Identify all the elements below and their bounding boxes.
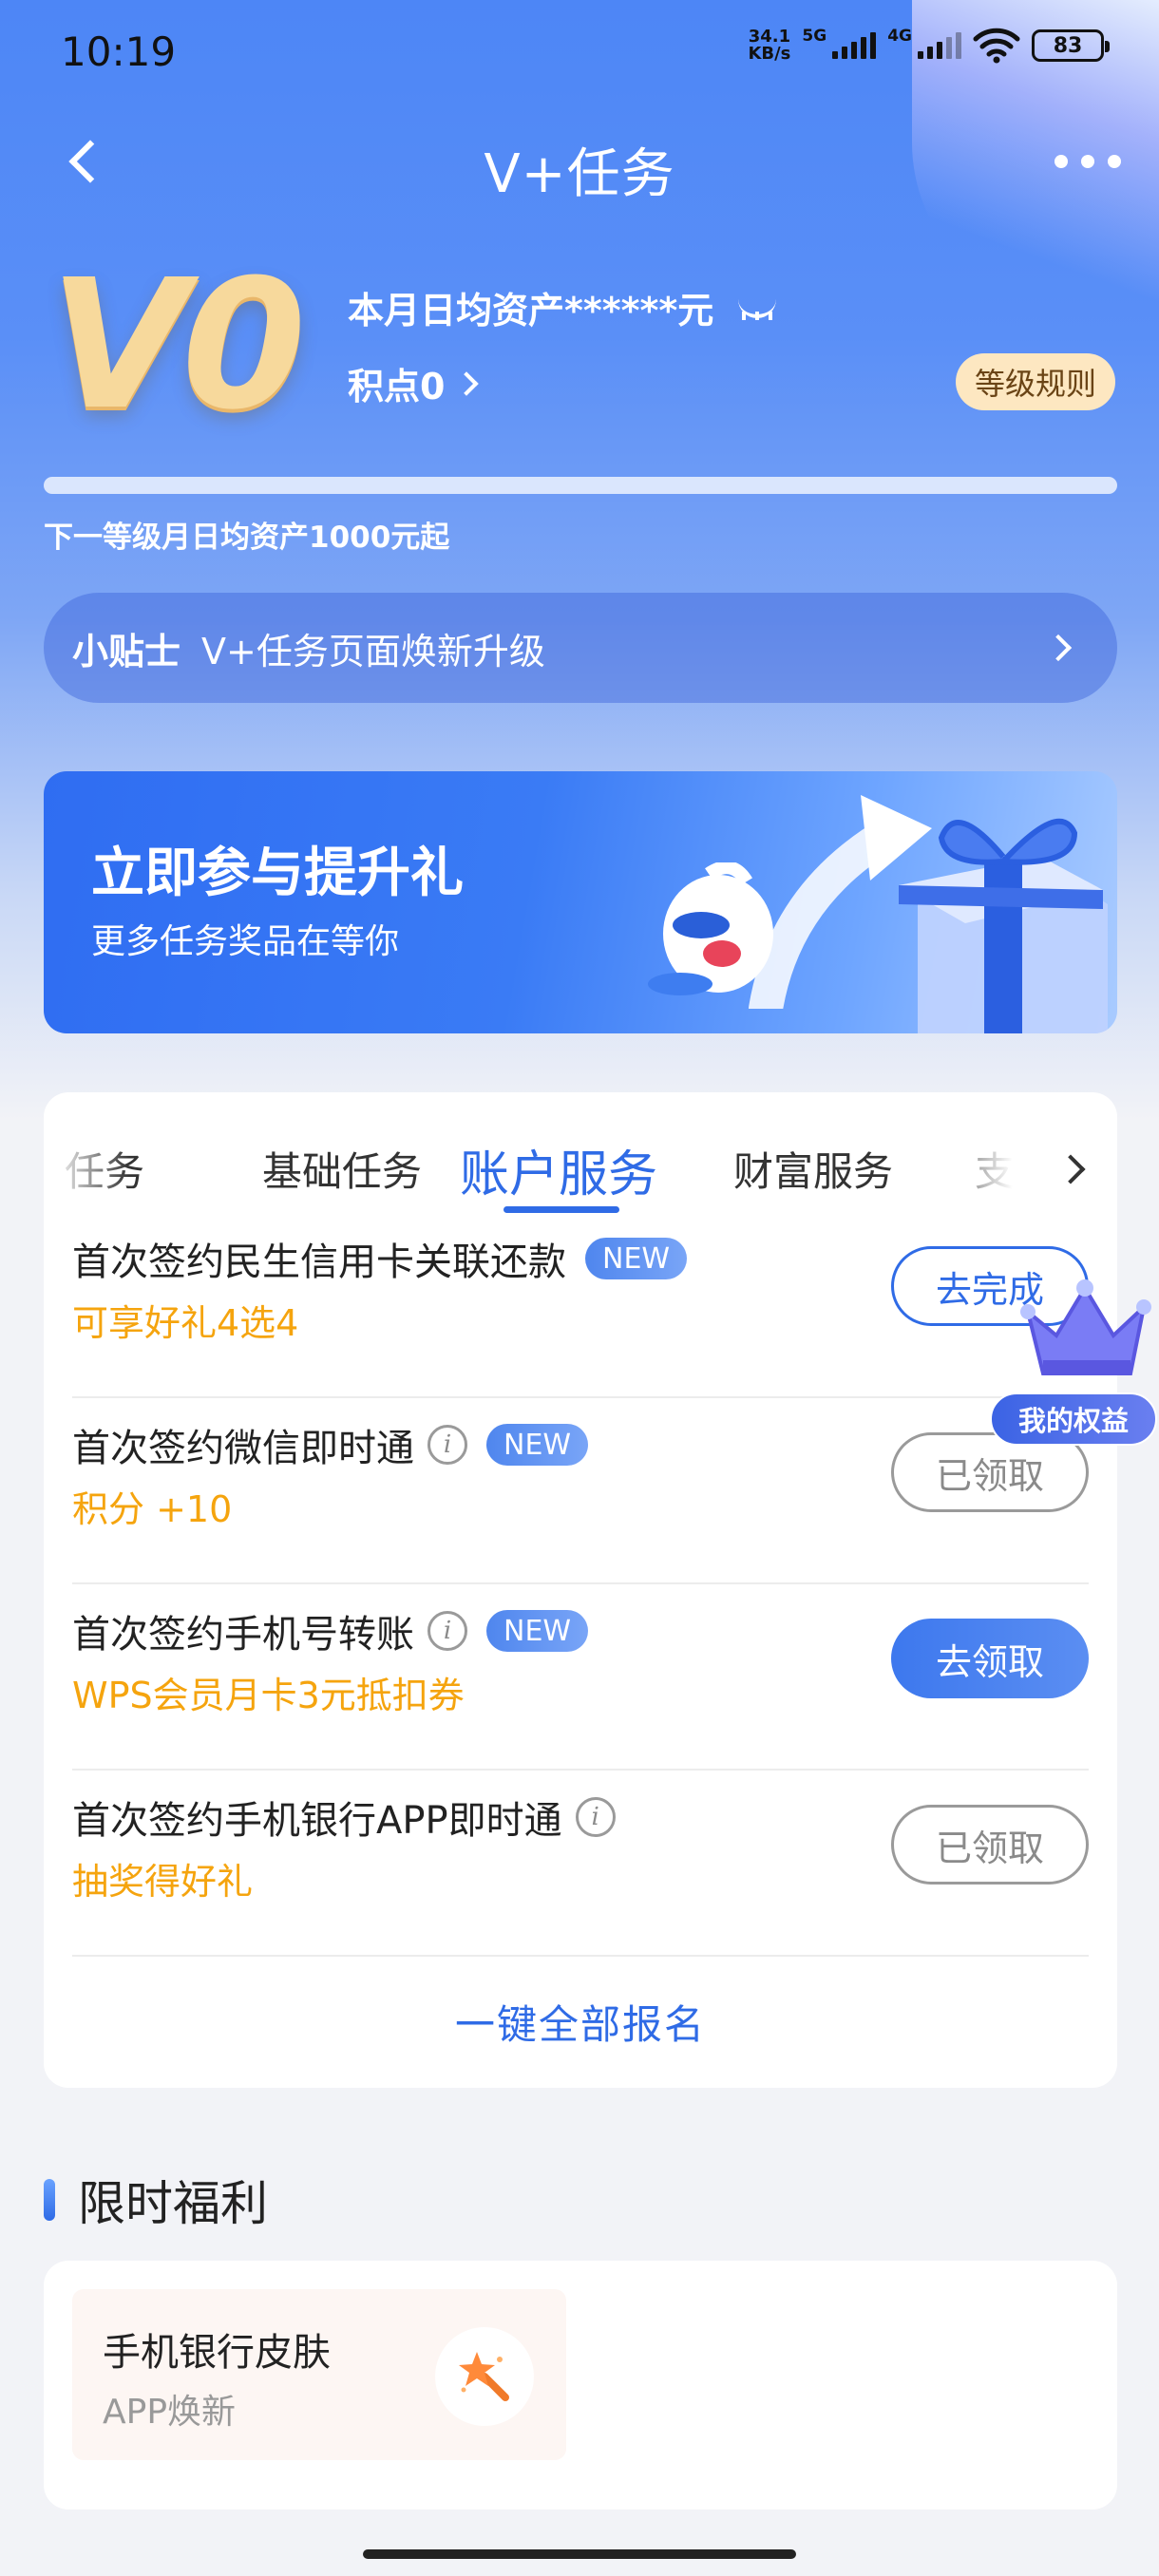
monthly-assets-text: 本月日均资产******元 [348, 290, 714, 331]
gift-icon [899, 818, 1108, 1033]
enroll-all-button[interactable]: 一键全部报名 [44, 1993, 1117, 2051]
promo-subtitle: 更多任务奖品在等你 [91, 922, 400, 961]
level-progress-bar [44, 477, 1117, 494]
magic-wand-icon [435, 2327, 534, 2426]
new-badge: NEW [486, 1424, 589, 1466]
tip-text: V+任务页面焕新升级 [201, 630, 545, 672]
tab-fade-l [44, 1130, 129, 1206]
tab-3[interactable]: 财富服务 [733, 1140, 893, 1198]
page-title: V+任务 [484, 143, 675, 205]
task-action-button[interactable]: 已领取 [891, 1805, 1089, 1885]
task-row: 首次签约手机号转账 i NEW WPS会员月卡3元抵扣券 去领取 [72, 1584, 1089, 1771]
level-badge: V0 [49, 241, 306, 449]
signal-icon [832, 32, 877, 59]
nav-bar: V+任务 [0, 114, 1159, 209]
battery-icon: 83 [1032, 29, 1110, 62]
level-rules-button[interactable]: 等级规则 [955, 353, 1115, 410]
tab-2[interactable]: 账户服务 [460, 1134, 657, 1205]
task-row: 首次签约微信即时通 i NEW 积分 +10 已领取 [72, 1398, 1089, 1584]
new-badge: NEW [585, 1238, 688, 1279]
tabs-next-chevron-icon[interactable] [1055, 1154, 1086, 1184]
home-indicator[interactable] [363, 2549, 796, 2559]
task-title-text: 首次签约民生信用卡关联还款 [72, 1241, 566, 1284]
tip-label: 小贴士 [72, 630, 181, 672]
info-icon[interactable]: i [428, 1611, 467, 1651]
task-title-text: 首次签约手机号转账 [72, 1613, 414, 1657]
task-tabs: 任务基础任务账户服务财富服务支 [44, 1092, 1117, 1213]
signal-icon-2 [918, 32, 961, 59]
wifi-icon [973, 28, 1020, 64]
new-badge: NEW [486, 1610, 589, 1652]
section-accent-bar [44, 2179, 55, 2221]
mascot-icon [648, 862, 773, 995]
crown-icon [1020, 1279, 1151, 1375]
task-title-text: 首次签约手机银行APP即时通 [72, 1799, 562, 1843]
welfare-card: 手机银行皮肤 APP焕新 [44, 2261, 1117, 2510]
task-title: 首次签约微信即时通 i NEW [72, 1417, 589, 1472]
monthly-assets: 本月日均资产******元 [348, 281, 780, 333]
more-options-button[interactable] [1054, 142, 1121, 180]
limited-section-title: 限时福利 [78, 2176, 268, 2231]
status-icons: 34.1 KB/s 5G 4G 83 [748, 27, 1110, 65]
welfare-item-subtitle: APP焕新 [103, 2393, 237, 2432]
task-reward: 积分 +10 [72, 1488, 233, 1530]
info-icon[interactable]: i [428, 1425, 467, 1465]
task-reward: 可享好礼4选4 [72, 1302, 299, 1344]
tab-fade-r [927, 1130, 1022, 1206]
task-row: 首次签约手机银行APP即时通 i 抽奖得好礼 已领取 [72, 1771, 1089, 1957]
task-reward: WPS会员月卡3元抵扣券 [72, 1675, 465, 1716]
task-reward: 抽奖得好礼 [72, 1861, 254, 1903]
task-title: 首次签约手机银行APP即时通 i [72, 1790, 616, 1845]
tip-banner[interactable]: 小贴士 V+任务页面焕新升级 [44, 593, 1117, 703]
points-link[interactable]: 积点0 [348, 357, 480, 409]
network-gen-4g: 4G [887, 27, 912, 46]
network-speed: 34.1 KB/s [748, 27, 791, 64]
task-row: 首次签约民生信用卡关联还款 NEW 可享好礼4选4 去完成 [72, 1212, 1089, 1398]
promo-banner[interactable]: 立即参与提升礼 更多任务奖品在等你 [44, 771, 1117, 1033]
tab-1[interactable]: 基础任务 [262, 1140, 422, 1198]
points-text: 积点0 [348, 366, 446, 407]
eye-closed-icon[interactable] [734, 294, 780, 322]
welfare-item-title: 手机银行皮肤 [103, 2331, 331, 2375]
my-benefits-float[interactable]: 我的权益 [990, 1269, 1159, 1449]
welfare-item-skin[interactable]: 手机银行皮肤 APP焕新 [72, 2289, 566, 2460]
chevron-right-icon [1044, 634, 1073, 662]
promo-title: 立即参与提升礼 [91, 843, 464, 904]
limited-section-header: 限时福利 [44, 2166, 268, 2234]
next-level-text: 下一等级月日均资产1000元起 [44, 521, 450, 555]
task-action-button[interactable]: 去领取 [891, 1619, 1089, 1698]
chevron-right-icon [454, 370, 480, 396]
info-icon[interactable]: i [575, 1797, 616, 1837]
task-card: 任务基础任务账户服务财富服务支 首次签约民生信用卡关联还款NEW可享好礼4选4去… [44, 1092, 1117, 2088]
status-time: 10:19 [61, 28, 177, 75]
task-title-text: 首次签约微信即时通 [72, 1427, 414, 1470]
status-bar: 10:19 34.1 KB/s 5G 4G 83 [0, 0, 1159, 104]
task-title: 首次签约手机号转账 i NEW [72, 1603, 589, 1658]
task-title: 首次签约民生信用卡关联还款 NEW [72, 1231, 688, 1286]
network-gen-5g: 5G [802, 27, 827, 46]
my-benefits-label: 我的权益 [990, 1392, 1157, 1446]
